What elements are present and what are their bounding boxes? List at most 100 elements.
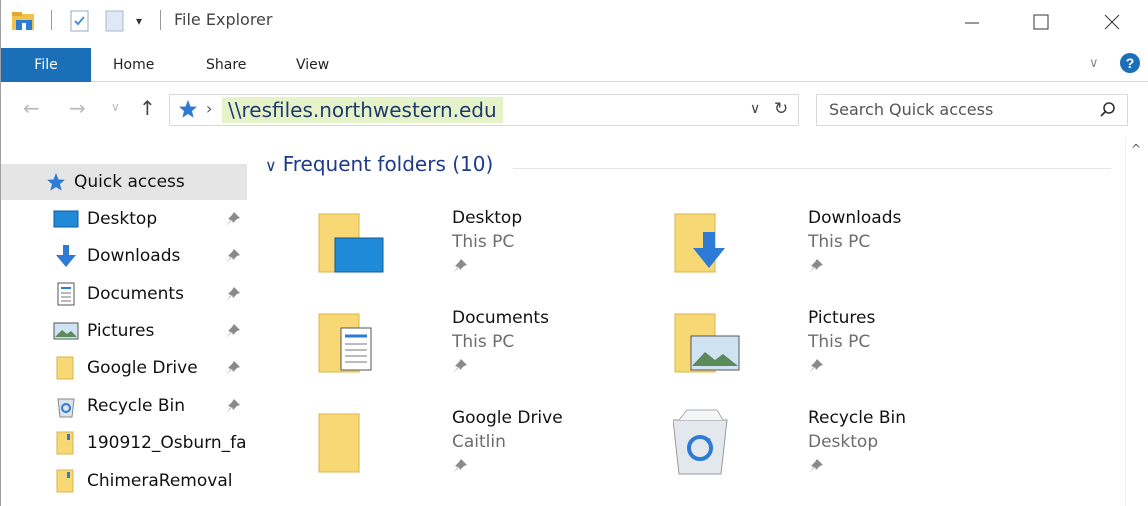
nav-item-chimeraremoval[interactable]: ChimeraRemoval xyxy=(1,463,251,499)
address-path[interactable]: \\resfiles.northwestern.edu xyxy=(222,97,503,123)
recycle-bin-icon xyxy=(672,408,743,478)
nav-label: Downloads xyxy=(87,246,181,266)
minimize-button[interactable] xyxy=(941,0,1003,44)
file-explorer-window: ▾ File Explorer File Home Share View ∨ ?… xyxy=(0,0,1148,506)
tab-file[interactable]: File xyxy=(1,48,91,82)
folder-name: Downloads xyxy=(808,208,902,228)
recycle-bin-icon xyxy=(53,394,79,418)
nav-item-recycle-bin[interactable]: Recycle Bin xyxy=(1,388,251,424)
nav-item-190912-osburn-fast[interactable]: 190912_Osburn_fast xyxy=(1,425,251,461)
nav-label: ChimeraRemoval xyxy=(87,471,233,491)
folder-tile-pictures[interactable]: Pictures This PC xyxy=(673,308,1003,398)
customize-qat-icon[interactable]: ▾ xyxy=(136,14,142,28)
nav-item-pictures[interactable]: Pictures xyxy=(1,313,251,349)
title-bar: ▾ File Explorer xyxy=(1,0,1148,44)
folder-tile-recycle-bin[interactable]: Recycle Bin Desktop xyxy=(672,408,1003,498)
svg-text:?: ? xyxy=(1126,55,1135,71)
pin-icon[interactable] xyxy=(225,360,241,380)
pictures-icon xyxy=(53,319,79,343)
qat-separator xyxy=(160,10,161,30)
quick-access-star-icon xyxy=(178,99,198,123)
group-title: Frequent folders (10) xyxy=(282,152,494,176)
tab-view[interactable]: View xyxy=(296,48,329,82)
nav-item-desktop[interactable]: Desktop xyxy=(1,201,251,237)
address-dropdown-icon[interactable]: ∨ xyxy=(750,101,760,117)
nav-item-documents[interactable]: Documents xyxy=(1,276,251,312)
navigation-pane: Quick access Desktop Downloads Documents… xyxy=(1,160,251,506)
collapse-chevron-icon[interactable]: ∨ xyxy=(265,156,277,175)
pin-icon[interactable] xyxy=(808,458,824,478)
tab-home[interactable]: Home xyxy=(113,48,154,82)
pin-icon[interactable] xyxy=(225,286,241,306)
file-icon xyxy=(53,469,79,493)
pin-icon[interactable] xyxy=(225,211,241,231)
back-button[interactable]: ← xyxy=(23,96,40,120)
pictures-folder-icon xyxy=(673,308,743,378)
help-icon[interactable]: ? xyxy=(1119,52,1141,78)
documents-icon xyxy=(53,282,79,306)
pin-icon[interactable] xyxy=(225,398,241,418)
folder-location: This PC xyxy=(808,332,871,352)
forward-button[interactable]: → xyxy=(69,96,86,120)
expand-ribbon-icon[interactable]: ∨ xyxy=(1089,56,1099,71)
path-chevron-icon[interactable]: › xyxy=(206,99,212,118)
pin-icon[interactable] xyxy=(452,258,468,278)
up-button[interactable]: ↑ xyxy=(139,96,156,120)
minimize-icon xyxy=(965,22,979,24)
folder-tile-downloads[interactable]: Downloads This PC xyxy=(673,208,1003,298)
folder-location: Desktop xyxy=(808,432,879,452)
tab-share[interactable]: Share xyxy=(206,48,246,82)
pin-icon[interactable] xyxy=(225,323,241,343)
folder-name: Desktop xyxy=(452,208,523,228)
pin-icon[interactable] xyxy=(808,258,824,278)
vertical-scrollbar[interactable]: ^ xyxy=(1125,138,1147,506)
refresh-icon[interactable]: ↻ xyxy=(774,99,788,119)
maximize-icon xyxy=(1033,14,1049,30)
search-box[interactable]: Search Quick access xyxy=(816,94,1128,126)
nav-label: Google Drive xyxy=(87,358,198,378)
nav-label: 190912_Osburn_fast xyxy=(87,433,247,453)
folder-tile-desktop[interactable]: Desktop This PC xyxy=(317,208,647,298)
nav-label: Documents xyxy=(87,284,184,304)
search-icon[interactable] xyxy=(1099,101,1117,123)
close-icon xyxy=(1104,14,1120,30)
maximize-button[interactable] xyxy=(1010,0,1072,44)
folder-location: Caitlin xyxy=(452,432,506,452)
folder-location: This PC xyxy=(452,332,515,352)
documents-folder-icon xyxy=(317,308,387,378)
new-folder-icon[interactable] xyxy=(105,10,125,36)
nav-item-google-drive[interactable]: Google Drive xyxy=(1,350,251,386)
nav-quick-access[interactable]: Quick access xyxy=(1,164,247,200)
folder-name: Pictures xyxy=(808,308,876,328)
properties-icon[interactable] xyxy=(69,10,91,36)
scroll-up-icon[interactable]: ^ xyxy=(1131,142,1141,156)
folder-location: This PC xyxy=(452,232,515,252)
folder-icon xyxy=(53,356,79,380)
folder-tile-google-drive[interactable]: Google Drive Caitlin xyxy=(317,408,647,498)
search-placeholder: Search Quick access xyxy=(829,100,994,119)
close-button[interactable] xyxy=(1081,0,1143,44)
pin-icon[interactable] xyxy=(452,458,468,478)
pin-icon[interactable] xyxy=(225,248,241,268)
window-title: File Explorer xyxy=(174,10,273,29)
folder-name: Recycle Bin xyxy=(808,408,907,428)
folder-tile-documents[interactable]: Documents This PC xyxy=(317,308,647,398)
nav-label: Pictures xyxy=(87,321,155,341)
frequent-folders-header[interactable]: ∨ Frequent folders (10) xyxy=(265,152,493,176)
content-pane: ∨ Frequent folders (10) Desktop This PC D… xyxy=(255,146,1125,506)
nav-item-downloads[interactable]: Downloads xyxy=(1,238,251,274)
recent-locations-icon[interactable]: ∨ xyxy=(111,100,120,114)
file-icon xyxy=(53,431,79,455)
pin-icon[interactable] xyxy=(808,358,824,378)
nav-label: Desktop xyxy=(87,209,158,229)
folder-location: This PC xyxy=(808,232,871,252)
address-row: ← → ∨ ↑ › \\resfiles.northwestern.edu ∨ … xyxy=(1,82,1148,136)
file-explorer-app-icon[interactable] xyxy=(11,10,37,36)
desktop-folder-icon xyxy=(317,208,387,278)
pin-icon[interactable] xyxy=(452,358,468,378)
ribbon-tabs: File Home Share View ∨ ? xyxy=(1,44,1148,82)
downloads-folder-icon xyxy=(673,208,743,278)
address-bar[interactable]: › \\resfiles.northwestern.edu ∨ ↻ xyxy=(169,94,799,126)
nav-label: Recycle Bin xyxy=(87,396,186,416)
desktop-icon xyxy=(53,207,79,231)
